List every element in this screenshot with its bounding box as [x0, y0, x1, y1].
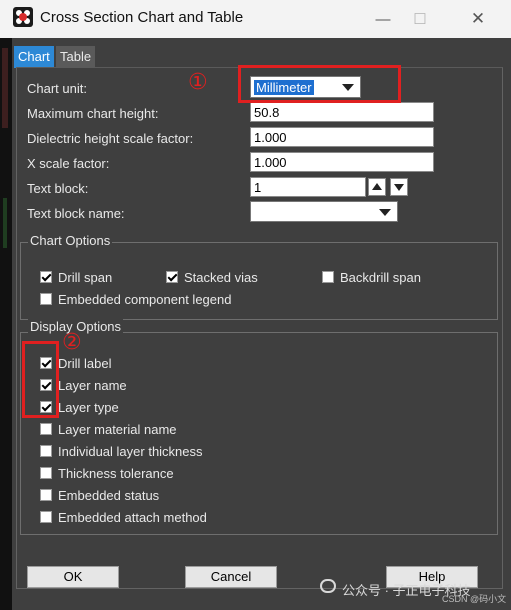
- embedded-component-legend-checkbox[interactable]: [40, 293, 52, 305]
- dielectric-scale-label: Dielectric height scale factor:: [27, 131, 194, 146]
- cancel-button[interactable]: Cancel: [185, 566, 277, 588]
- embedded-status-label: Embedded status: [58, 488, 160, 503]
- stacked-vias-label: Stacked vias: [184, 270, 258, 285]
- background-window-left: [0, 38, 12, 610]
- window-title: Cross Section Chart and Table: [40, 9, 244, 26]
- checkmark-icon: [41, 271, 52, 282]
- thickness-tolerance-checkbox[interactable]: [40, 467, 52, 479]
- drill-span-label: Drill span: [58, 270, 113, 285]
- embedded-attach-method-label: Embedded attach method: [58, 510, 207, 525]
- arrow-down-icon: [394, 184, 404, 191]
- text-block-increment[interactable]: [368, 178, 386, 196]
- backdrill-span-checkbox[interactable]: [322, 271, 334, 283]
- drill-span-checkbox[interactable]: [40, 271, 52, 283]
- ok-button[interactable]: OK: [27, 566, 119, 588]
- layer-material-name-label: Layer material name: [58, 422, 177, 437]
- tab-chart[interactable]: Chart: [14, 46, 54, 68]
- dialog-client-area: Chart Table Chart unit: Millimeter Maxim…: [12, 38, 511, 610]
- annotation-box-chart-unit: [238, 65, 401, 103]
- x-scale-label: X scale factor:: [27, 156, 110, 171]
- max-chart-height-label: Maximum chart height:: [27, 106, 159, 121]
- chart-options-title: Chart Options: [28, 233, 113, 248]
- chevron-down-icon: [379, 209, 391, 216]
- individual-layer-thickness-checkbox[interactable]: [40, 445, 52, 457]
- app-logo-icon: [13, 7, 33, 27]
- tab-table[interactable]: Table: [56, 46, 96, 68]
- annotation-number-one: ①: [188, 70, 208, 95]
- embedded-component-legend-label: Embedded component legend: [58, 292, 232, 307]
- chart-unit-label: Chart unit:: [27, 81, 87, 96]
- close-button[interactable]: ✕: [455, 0, 501, 38]
- text-block-name-dropdown[interactable]: [250, 201, 398, 222]
- max-chart-height-input[interactable]: 50.8: [250, 102, 434, 122]
- stacked-vias-checkbox[interactable]: [166, 271, 178, 283]
- x-scale-input[interactable]: 1.000: [250, 152, 434, 172]
- thickness-tolerance-label: Thickness tolerance: [58, 466, 174, 481]
- annotation-number-two: ②: [62, 330, 82, 355]
- title-bar: Cross Section Chart and Table — ☐ ✕: [0, 0, 511, 39]
- layer-name-label: Layer name: [58, 378, 127, 393]
- wechat-icon: [320, 579, 336, 593]
- text-block-input[interactable]: 1: [250, 177, 366, 197]
- individual-layer-thickness-label: Individual layer thickness: [58, 444, 203, 459]
- annotation-box-display-checkboxes: [22, 341, 59, 418]
- text-block-decrement[interactable]: [390, 178, 408, 196]
- embedded-attach-method-checkbox[interactable]: [40, 511, 52, 523]
- dielectric-scale-input[interactable]: 1.000: [250, 127, 434, 147]
- backdrill-span-label: Backdrill span: [340, 270, 421, 285]
- checkmark-icon: [167, 271, 178, 282]
- layer-type-label: Layer type: [58, 400, 119, 415]
- arrow-up-icon: [372, 183, 382, 190]
- text-block-name-label: Text block name:: [27, 206, 125, 221]
- csdn-credit: CSDN @码小文: [442, 594, 507, 604]
- embedded-status-checkbox[interactable]: [40, 489, 52, 501]
- drill-label-label: Drill label: [58, 356, 112, 371]
- text-block-label: Text block:: [27, 181, 89, 196]
- layer-material-name-checkbox[interactable]: [40, 423, 52, 435]
- maximize-button[interactable]: ☐: [397, 0, 443, 38]
